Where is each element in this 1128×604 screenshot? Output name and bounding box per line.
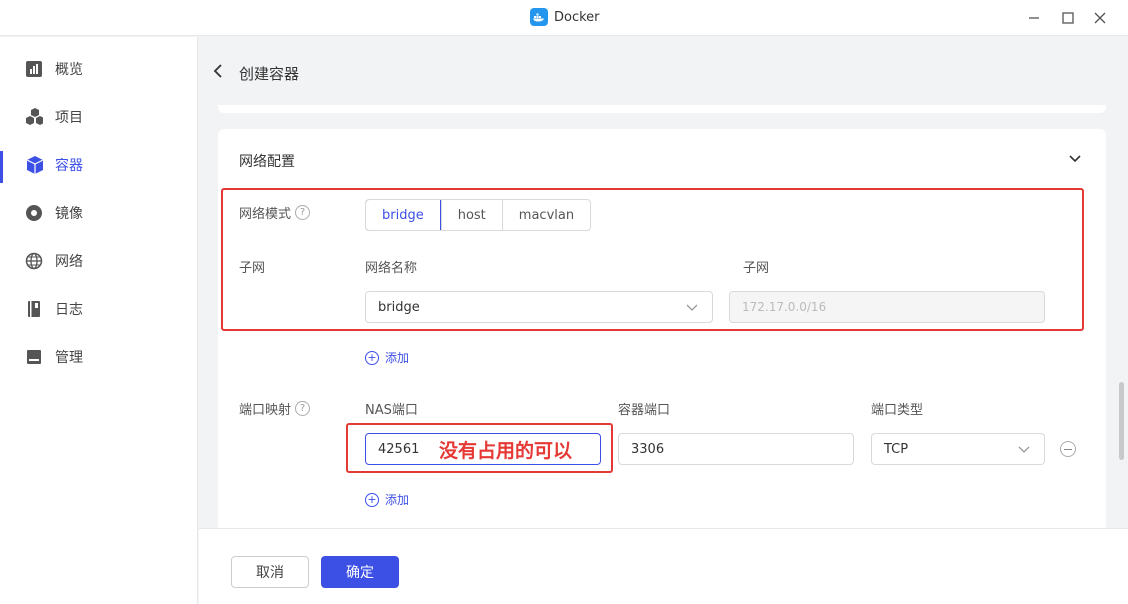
- section-title: 网络配置: [239, 154, 295, 170]
- container-port-value: 3306: [631, 441, 665, 457]
- sidebar-item-label: 管理: [55, 350, 83, 366]
- plus-circle-icon: +: [365, 492, 379, 507]
- add-network-label: 添加: [385, 351, 410, 365]
- sidebar-item-containers[interactable]: 容器: [0, 141, 198, 189]
- chart-icon: [25, 60, 43, 78]
- port-mapping-label: 端口映射 ?: [239, 399, 311, 418]
- sidebar-item-label: 日志: [55, 302, 83, 318]
- disc-icon: [25, 204, 43, 222]
- globe-icon: [25, 252, 43, 270]
- plus-circle-icon: +: [365, 350, 379, 365]
- back-arrow-icon[interactable]: [213, 63, 227, 79]
- previous-section-card: [218, 105, 1106, 113]
- sidebar-item-manage[interactable]: 管理: [0, 333, 198, 381]
- title-bar: Docker: [0, 0, 1128, 36]
- page-title: 创建容器: [239, 65, 300, 83]
- chevron-down-icon[interactable]: [1068, 151, 1082, 165]
- add-port-label: 添加: [385, 493, 410, 507]
- sidebar-item-label: 项目: [55, 110, 83, 126]
- nas-port-column-label: NAS端口: [365, 403, 418, 418]
- sidebar-item-label: 概览: [55, 62, 83, 78]
- confirm-button[interactable]: 确定: [321, 556, 399, 588]
- container-icon: [25, 156, 43, 174]
- sidebar: 概览 项目 容器 镜像 网络 日志 管理: [0, 37, 198, 604]
- close-icon[interactable]: [1090, 8, 1110, 28]
- port-type-select[interactable]: TCP: [871, 433, 1045, 465]
- sidebar-item-overview[interactable]: 概览: [0, 45, 198, 93]
- page-header: 创建容器: [199, 37, 1128, 105]
- container-port-input[interactable]: 3306: [618, 433, 854, 465]
- help-icon[interactable]: ?: [295, 401, 311, 416]
- chevron-down-icon: [1018, 446, 1030, 453]
- sidebar-item-projects[interactable]: 项目: [0, 93, 198, 141]
- manage-icon: [25, 348, 43, 366]
- main-content: 创建容器 网络配置 网络模式 ? bridge host macvlan 子网 …: [199, 37, 1128, 604]
- window-title: Docker: [530, 8, 600, 26]
- sidebar-item-label: 镜像: [55, 206, 83, 222]
- cancel-button[interactable]: 取消: [231, 556, 309, 588]
- port-mapping-label-text: 端口映射: [239, 403, 292, 418]
- add-network-button[interactable]: + 添加: [365, 349, 409, 366]
- cubes-icon: [25, 108, 43, 126]
- minimize-icon[interactable]: [1024, 8, 1044, 28]
- book-icon: [25, 300, 43, 318]
- sidebar-item-network[interactable]: 网络: [0, 237, 198, 285]
- window-title-text: Docker: [554, 9, 600, 25]
- container-port-column-label: 容器端口: [618, 403, 671, 418]
- annotation-box-network: [221, 188, 1084, 331]
- sidebar-item-label: 容器: [55, 158, 83, 174]
- sidebar-item-images[interactable]: 镜像: [0, 189, 198, 237]
- add-port-button[interactable]: + 添加: [365, 491, 409, 508]
- annotation-text: 没有占用的可以: [439, 440, 573, 462]
- sidebar-item-logs[interactable]: 日志: [0, 285, 198, 333]
- maximize-icon[interactable]: [1058, 8, 1078, 28]
- remove-port-icon[interactable]: [1060, 441, 1076, 457]
- docker-logo-icon: [530, 8, 548, 26]
- footer-bar: 取消 确定: [199, 528, 1128, 604]
- sidebar-item-label: 网络: [55, 254, 83, 270]
- scrollbar[interactable]: [1119, 382, 1124, 460]
- port-type-value: TCP: [884, 441, 909, 457]
- port-type-column-label: 端口类型: [871, 403, 924, 418]
